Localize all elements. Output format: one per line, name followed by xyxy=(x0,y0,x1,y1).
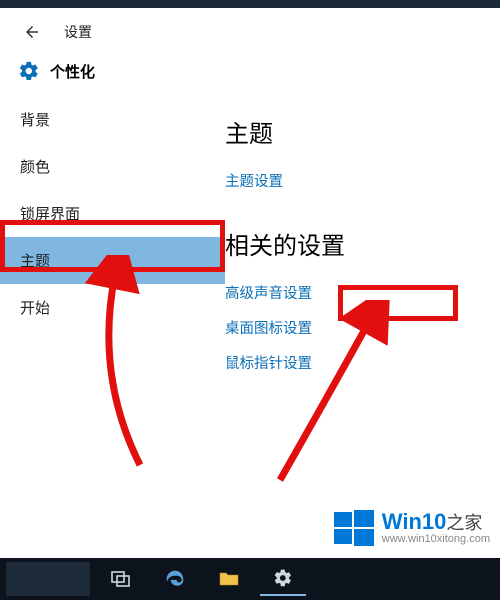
gear-icon xyxy=(273,568,293,588)
main-panel: 主题 主题设置 相关的设置 高级声音设置 桌面图标设置 鼠标指针设置 xyxy=(225,96,500,380)
watermark-brand: Win10 xyxy=(382,509,447,534)
watermark-url: www.win10xitong.com xyxy=(382,533,490,545)
taskbar-edge-button[interactable] xyxy=(152,562,198,596)
taskbar-search[interactable] xyxy=(6,562,90,596)
watermark-title: Win10之家 xyxy=(382,511,490,533)
watermark: Win10之家 www.win10xitong.com xyxy=(332,506,490,550)
taskbar-settings-button[interactable] xyxy=(260,562,306,596)
gear-icon xyxy=(18,60,40,82)
taskview-icon xyxy=(111,571,131,587)
link-theme-settings[interactable]: 主题设置 xyxy=(225,163,500,198)
watermark-brand-suffix: 之家 xyxy=(446,513,482,533)
titlebar xyxy=(0,0,500,8)
content: 背景 颜色 锁屏界面 主题 开始 主题 主题设置 相关的设置 高级声音设置 桌面… xyxy=(0,96,500,380)
link-mouse-pointer[interactable]: 鼠标指针设置 xyxy=(225,345,500,380)
sidebar-item-themes[interactable]: 主题 xyxy=(0,237,225,284)
header: 设置 xyxy=(0,8,500,54)
sidebar-item-background[interactable]: 背景 xyxy=(0,96,225,143)
taskbar xyxy=(0,558,500,600)
window-title: 设置 xyxy=(64,22,92,42)
edge-icon xyxy=(165,569,185,589)
arrow-left-icon xyxy=(23,23,41,41)
sidebar-item-start[interactable]: 开始 xyxy=(0,284,225,331)
section-title-themes: 主题 xyxy=(225,104,500,163)
folder-icon xyxy=(218,570,240,588)
taskbar-explorer-button[interactable] xyxy=(206,562,252,596)
link-desktop-icon[interactable]: 桌面图标设置 xyxy=(225,310,500,345)
sidebar-item-colors[interactable]: 颜色 xyxy=(0,143,225,190)
subheader: 个性化 xyxy=(0,54,500,96)
link-advanced-sound[interactable]: 高级声音设置 xyxy=(225,275,500,310)
taskbar-taskview-button[interactable] xyxy=(98,562,144,596)
windows-logo-icon xyxy=(332,506,376,550)
page-title: 个性化 xyxy=(50,61,95,82)
back-button[interactable] xyxy=(18,18,46,46)
section-title-related: 相关的设置 xyxy=(225,216,500,275)
sidebar: 背景 颜色 锁屏界面 主题 开始 xyxy=(0,96,225,380)
sidebar-item-lockscreen[interactable]: 锁屏界面 xyxy=(0,190,225,237)
